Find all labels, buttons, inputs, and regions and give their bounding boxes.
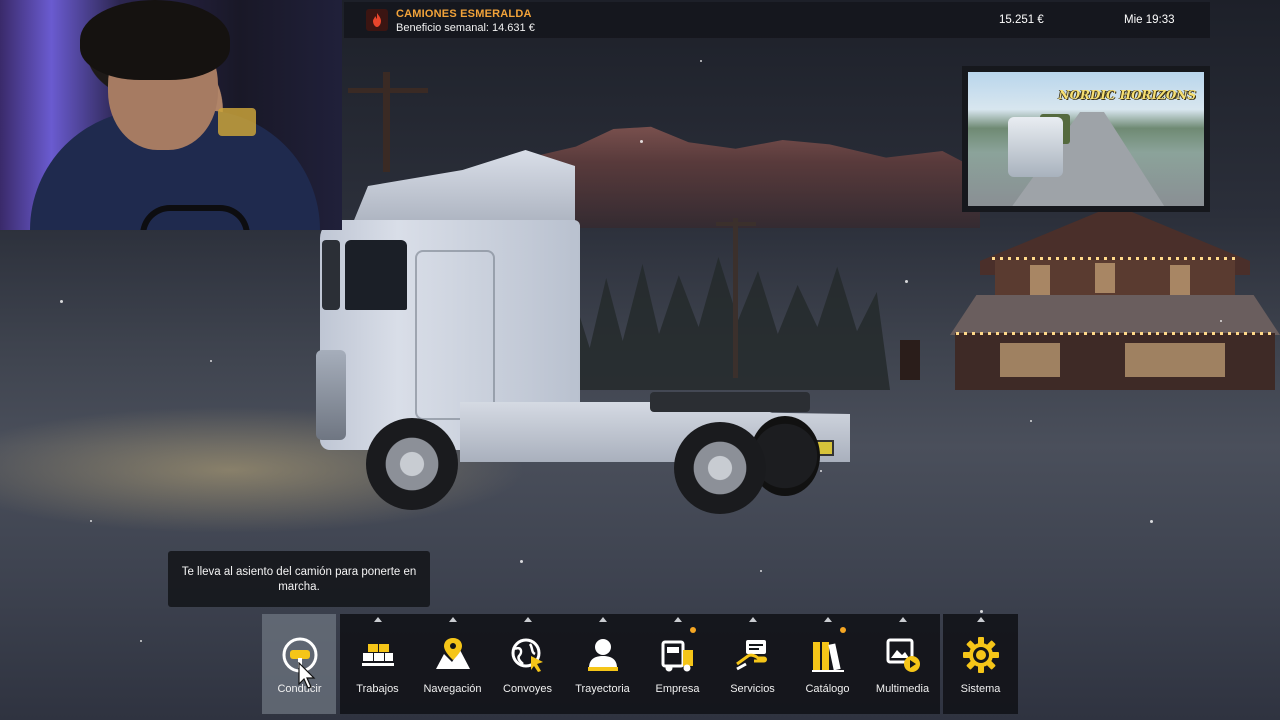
- cab-roof: [350, 150, 575, 230]
- gear-icon: [962, 636, 1000, 674]
- menu-company-label: Empresa: [655, 683, 700, 695]
- menu-jobs-button[interactable]: Trabajos: [340, 614, 415, 714]
- dlc-title: NORDIC HORIZONS: [1058, 88, 1196, 102]
- string-lights-upper: [992, 257, 1238, 260]
- weekly-profit: Beneficio semanal: 14.631 €: [396, 22, 535, 34]
- caret-up-icon: [523, 617, 532, 622]
- menu-multimedia-label: Multimedia: [875, 683, 930, 695]
- mouse-pointer-icon: [297, 661, 317, 690]
- side-mirror: [322, 240, 340, 310]
- caret-up-icon: [598, 617, 607, 622]
- game-clock: Mie 19:33: [1124, 14, 1175, 26]
- cabin-window: [1030, 265, 1050, 295]
- string-lights-lower: [956, 332, 1274, 335]
- cabin-door: [900, 340, 920, 380]
- company-status-bar: CAMIONES ESMERALDA Beneficio semanal: 14…: [344, 2, 1210, 38]
- menu-catalog-button[interactable]: Catálogo: [790, 614, 865, 714]
- caret-up-icon: [373, 617, 382, 622]
- webcam-person-hair: [80, 0, 230, 80]
- service-hand-icon: [734, 636, 772, 674]
- cabin-lower-roof: [950, 295, 1280, 335]
- cabin-window: [1000, 343, 1060, 377]
- company-truck-icon: [659, 636, 697, 674]
- driver-profile-icon: [584, 636, 622, 674]
- snowflake: [140, 640, 142, 642]
- company-logo-icon[interactable]: [366, 9, 388, 31]
- menu-company-button[interactable]: Empresa: [640, 614, 715, 714]
- menu-system-button[interactable]: Sistema: [943, 614, 1018, 714]
- dlc-promo-banner[interactable]: NORDIC HORIZONS: [962, 66, 1210, 212]
- sim-steering-wheel: [140, 205, 250, 230]
- cab-grille: [316, 350, 346, 440]
- money-balance: 15.251 €: [999, 14, 1044, 26]
- cabin-window: [1095, 263, 1115, 293]
- caret-up-icon: [823, 617, 832, 622]
- dlc-promo-image: NORDIC HORIZONS: [968, 72, 1204, 206]
- menu-convoys-button[interactable]: Convoyes: [490, 614, 565, 714]
- cabin-window: [1170, 265, 1190, 295]
- menu-system-label: Sistema: [960, 683, 1001, 695]
- menu-navigation-label: Navegación: [423, 683, 482, 695]
- menu-services-button[interactable]: Servicios: [715, 614, 790, 714]
- snowflake: [1220, 320, 1222, 322]
- power-pole-crossbar: [348, 88, 428, 93]
- jersey-logo: [218, 108, 256, 136]
- caret-up-icon: [448, 617, 457, 622]
- snowflake: [760, 570, 762, 572]
- cab-door: [415, 250, 495, 420]
- snowflake: [905, 280, 908, 283]
- cargo-pallets-icon: [359, 636, 397, 674]
- rear-wheel: [674, 422, 766, 514]
- snowflake: [700, 60, 702, 62]
- menu-navigation-button[interactable]: Navegación: [415, 614, 490, 714]
- menu-services-label: Servicios: [730, 683, 775, 695]
- menu-catalog-label: Catálogo: [805, 683, 850, 695]
- front-wheel: [366, 418, 458, 510]
- menu-convoys-label: Convoyes: [503, 683, 552, 695]
- caret-up-icon: [748, 617, 757, 622]
- snowflake: [980, 610, 983, 613]
- company-name: CAMIONES ESMERALDA: [396, 8, 532, 20]
- notification-dot: [690, 627, 696, 633]
- catalog-books-icon: [809, 636, 847, 674]
- snowflake: [60, 300, 63, 303]
- caret-up-icon: [976, 617, 985, 622]
- menu-career-button[interactable]: Trayectoria: [565, 614, 640, 714]
- cab-window: [345, 240, 407, 310]
- snowflake: [520, 560, 523, 563]
- map-pin-icon: [434, 636, 472, 674]
- multimedia-icon: [884, 636, 922, 674]
- snowflake: [90, 520, 92, 522]
- notification-dot: [840, 627, 846, 633]
- caret-up-icon: [898, 617, 907, 622]
- fifth-wheel: [650, 392, 810, 412]
- menu-multimedia-button[interactable]: Multimedia: [865, 614, 940, 714]
- truck-tractor: [310, 140, 870, 530]
- drive-tooltip: Te lleva al asiento del camión para pone…: [168, 551, 430, 607]
- snowy-cabin: [880, 205, 1280, 390]
- streamer-webcam: [0, 0, 342, 230]
- menu-jobs-label: Trabajos: [356, 683, 399, 695]
- snowflake: [1150, 520, 1153, 523]
- snowflake: [210, 360, 212, 362]
- menu-career-label: Trayectoria: [575, 683, 630, 695]
- globe-cursor-icon: [509, 636, 547, 674]
- snowflake: [1030, 420, 1032, 422]
- cabin-window: [1125, 343, 1225, 377]
- promo-truck: [1008, 117, 1063, 177]
- caret-up-icon: [673, 617, 682, 622]
